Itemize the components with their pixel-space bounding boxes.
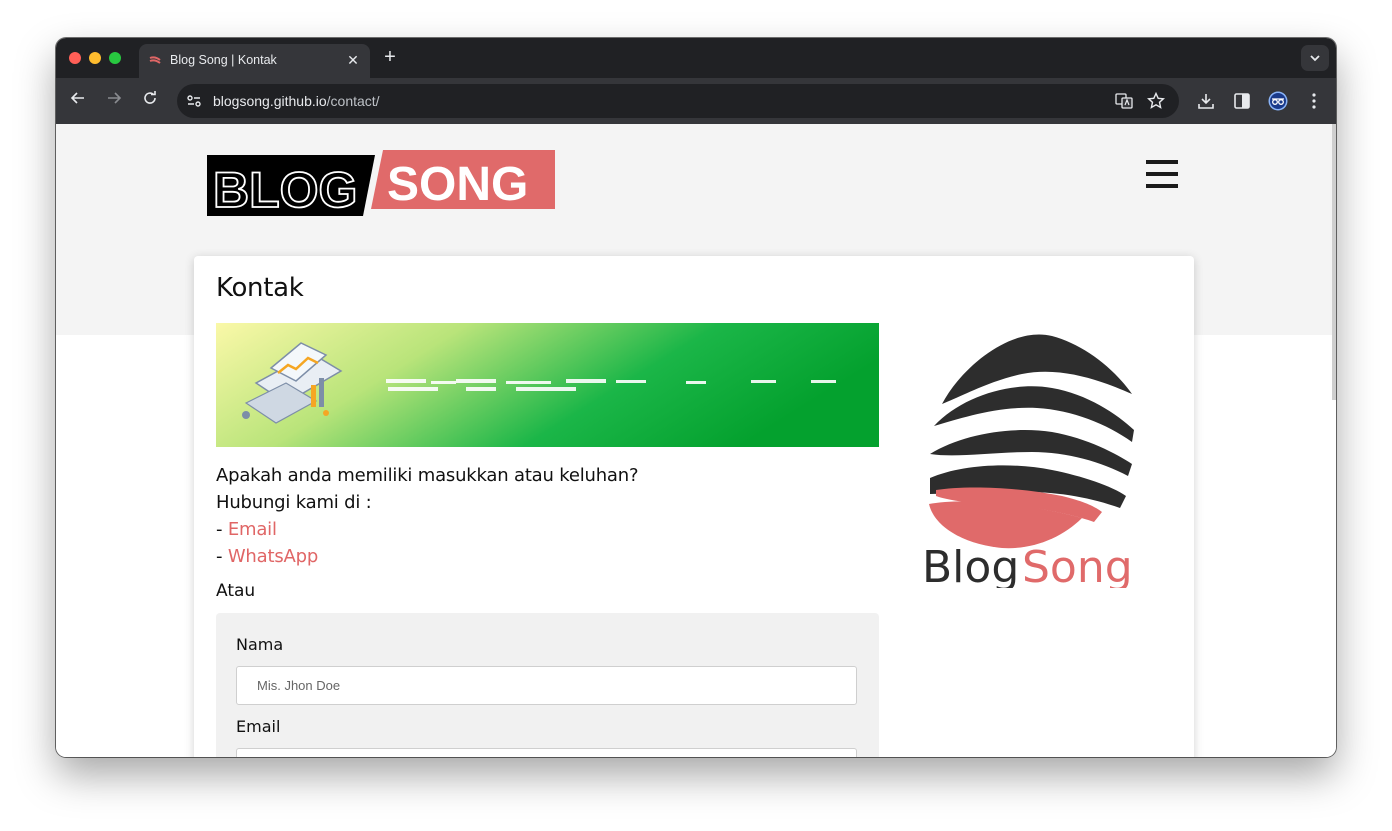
or-text: Atau: [216, 581, 256, 601]
hamburger-menu-icon[interactable]: [1146, 160, 1178, 188]
logo-text-blog: BLOG: [213, 162, 357, 216]
close-window-button[interactable]: [69, 52, 81, 64]
maximize-window-button[interactable]: [109, 52, 121, 64]
name-label: Nama: [236, 635, 284, 654]
browser-window: Blog Song | Kontak ✕ + blogsong.github.i…: [56, 38, 1336, 757]
site-info-icon[interactable]: [185, 92, 203, 110]
dash: -: [216, 519, 223, 540]
tab-title: Blog Song | Kontak: [170, 53, 277, 67]
tab-search-icon[interactable]: [1301, 45, 1329, 71]
page-viewport: BLOG SONG Kontak Apakah anda memiliki ma…: [56, 124, 1336, 757]
reload-icon[interactable]: [139, 90, 161, 112]
bookmark-star-icon[interactable]: [1147, 92, 1165, 110]
new-tab-button[interactable]: +: [380, 47, 400, 68]
email-contact-row: - Email: [216, 516, 638, 543]
contact-card: Kontak Apakah anda memiliki masukkan ata…: [194, 256, 1194, 757]
name-input[interactable]: [236, 666, 857, 705]
whatsapp-link[interactable]: WhatsApp: [228, 546, 318, 567]
page-title: Kontak: [216, 273, 304, 303]
favicon-icon: [149, 56, 161, 64]
minimize-window-button[interactable]: [89, 52, 101, 64]
tab-active[interactable]: Blog Song | Kontak ✕: [139, 44, 370, 78]
forward-icon[interactable]: [103, 90, 125, 112]
back-icon[interactable]: [67, 90, 89, 112]
url-domain: blogsong.github.io: [213, 93, 327, 109]
email-label: Email: [236, 717, 281, 736]
tab-bar: Blog Song | Kontak ✕ +: [56, 38, 1336, 78]
contact-form: Nama Email: [216, 613, 879, 757]
url-path: /contact/: [326, 93, 380, 109]
profile-icon[interactable]: [1268, 91, 1288, 111]
contact-info-text: Apakah anda memiliki masukkan atau keluh…: [216, 462, 639, 570]
brand-text-blog: Blog: [922, 542, 1019, 588]
tab-close-icon[interactable]: ✕: [344, 51, 362, 69]
brand-text-song: Song: [1022, 542, 1133, 588]
browser-toolbar: blogsong.github.io/contact/: [56, 78, 1336, 124]
question-text: Apakah anda memiliki masukkan atau keluh…: [216, 465, 639, 486]
whatsapp-contact-row: - WhatsApp: [216, 543, 638, 570]
dash: -: [216, 546, 223, 567]
scrollbar[interactable]: [1332, 124, 1336, 400]
download-icon[interactable]: [1196, 91, 1216, 111]
address-bar[interactable]: blogsong.github.io/contact/: [177, 84, 1179, 118]
contact-banner-image: [216, 323, 879, 447]
site-logo[interactable]: BLOG SONG: [207, 150, 555, 216]
contact-intro-text: Hubungi kami di :: [216, 492, 372, 513]
url-text[interactable]: blogsong.github.io/contact/: [213, 93, 380, 109]
translate-icon[interactable]: [1115, 92, 1133, 110]
side-panel-icon[interactable]: [1232, 91, 1252, 111]
menu-dots-icon[interactable]: [1304, 91, 1324, 111]
blogsong-brand-logo: Blog Song: [922, 334, 1134, 588]
logo-text-song: SONG: [387, 158, 528, 211]
email-input[interactable]: [236, 748, 857, 757]
email-link[interactable]: Email: [228, 519, 277, 540]
